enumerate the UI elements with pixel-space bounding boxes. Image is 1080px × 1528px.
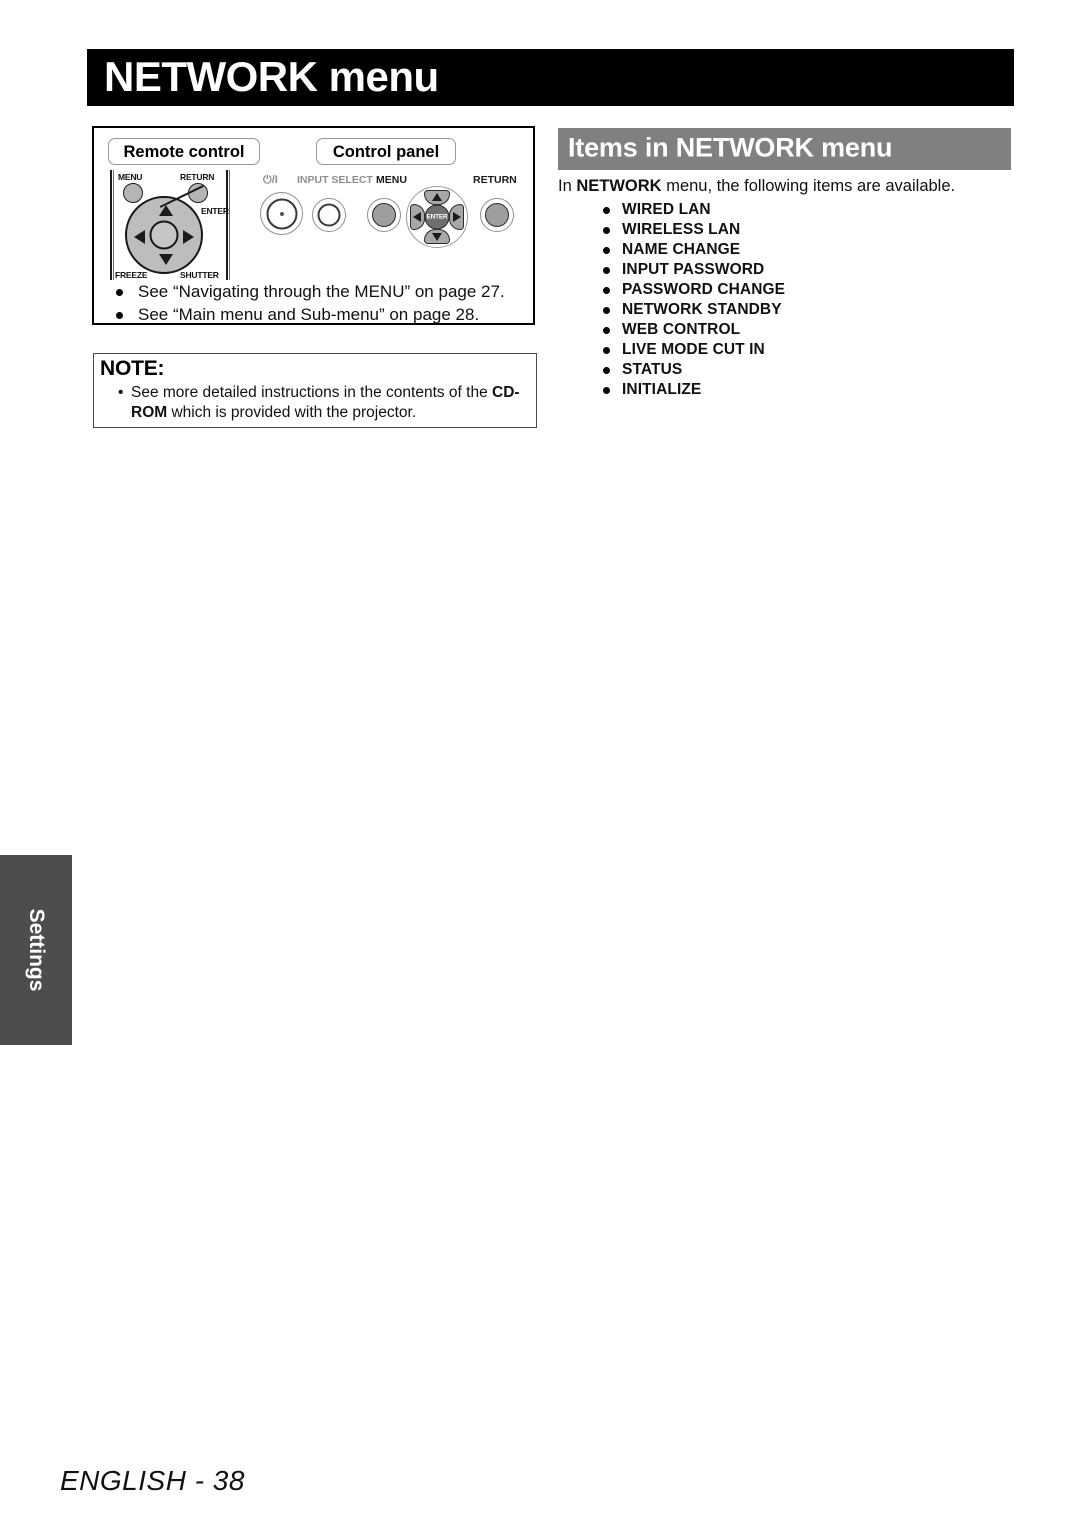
remote-control-label: Remote control: [108, 138, 260, 165]
panel-return-button-inner: [485, 203, 509, 227]
menu-item-label: PASSWORD CHANGE: [622, 281, 786, 298]
side-tab-settings: Settings: [0, 855, 72, 1045]
menu-item-label: STATUS: [622, 361, 683, 378]
panel-dpad-icon: ENTER: [406, 186, 468, 248]
page-footer: ENGLISH - 38: [60, 1465, 245, 1496]
remote-freeze-label: FREEZE: [115, 270, 148, 280]
bullet-icon: [603, 287, 610, 294]
bullet-icon: [603, 207, 610, 214]
menu-item-label: WEB CONTROL: [622, 321, 741, 338]
list-item: See “Main menu and Sub-menu” on page 28.: [106, 303, 526, 326]
bullet-icon: [603, 267, 610, 274]
items-intro-text: In NETWORK menu, the following items are…: [558, 176, 1018, 197]
remote-enter-label: ENTER: [201, 206, 229, 216]
menu-item-label: NETWORK STANDBY: [622, 301, 782, 318]
bullet-icon: [116, 289, 123, 296]
bullet-icon: [603, 327, 610, 334]
note-heading: NOTE:: [100, 357, 165, 380]
menu-item-label: WIRED LAN: [622, 201, 711, 218]
remote-arrow-down-icon: [159, 254, 173, 265]
bullet-icon: [603, 307, 610, 314]
list-item: WIRED LAN: [598, 200, 998, 220]
see-also-text: See “Main menu and Sub-menu” on page 28.: [138, 305, 480, 324]
intro-text-bold: NETWORK: [576, 177, 662, 195]
panel-input-select-label: INPUT SELECT: [297, 174, 373, 186]
items-section-header: Items in NETWORK menu: [558, 128, 1011, 170]
see-also-text: See “Navigating through the MENU” on pag…: [138, 282, 505, 301]
panel-arrow-down-icon: [432, 233, 442, 241]
panel-menu-label: MENU: [376, 174, 407, 186]
list-item: WEB CONTROL: [598, 320, 998, 340]
panel-arrow-right-icon: [453, 212, 461, 222]
panel-input-select-button-icon: [312, 198, 346, 232]
note-bullet-icon: •: [118, 384, 124, 401]
remote-body-right-edge: [226, 170, 230, 280]
list-item: STATUS: [598, 360, 998, 380]
note-box: NOTE: • See more detailed instructions in…: [93, 353, 537, 428]
panel-power-dot-icon: [279, 211, 284, 216]
list-item: WIRELESS LAN: [598, 220, 998, 240]
list-item: NETWORK STANDBY: [598, 300, 998, 320]
remote-return-label: RETURN: [180, 172, 215, 182]
remote-menu-button-icon: [123, 183, 143, 203]
bullet-icon: [603, 227, 610, 234]
panel-arrow-up-icon: [432, 193, 442, 201]
reference-box: Remote control Control panel MENU RETURN…: [92, 126, 535, 325]
control-panel-illustration: ⏻/I INPUT SELECT MENU RETURN ENTER: [254, 172, 526, 282]
control-panel-label: Control panel: [316, 138, 456, 165]
menu-item-label: LIVE MODE CUT IN: [622, 341, 765, 358]
items-section-title: Items in NETWORK menu: [568, 132, 893, 163]
intro-text-before: In: [558, 177, 577, 195]
panel-menu-button-icon: [367, 198, 401, 232]
list-item: INPUT PASSWORD: [598, 260, 998, 280]
side-tab-label: Settings: [25, 908, 48, 992]
bullet-icon: [116, 312, 123, 319]
list-item: See “Navigating through the MENU” on pag…: [106, 280, 526, 303]
note-text-before: See more detailed instructions in the co…: [131, 384, 493, 401]
remote-menu-label: MENU: [118, 172, 143, 182]
bullet-icon: [603, 367, 610, 374]
panel-power-label: ⏻/I: [263, 174, 278, 186]
note-text-after: which is provided with the projector.: [167, 404, 417, 421]
panel-input-select-button-inner: [317, 203, 341, 227]
note-item: • See more detailed instructions in the c…: [118, 383, 523, 423]
panel-arrow-left-icon: [413, 212, 421, 222]
remote-shutter-label: SHUTTER: [180, 270, 219, 280]
panel-enter-button-icon: ENTER: [424, 204, 450, 230]
list-item: INITIALIZE: [598, 380, 998, 400]
menu-item-label: WIRELESS LAN: [622, 221, 741, 238]
remote-body-left-edge: [110, 170, 114, 280]
panel-power-button-icon: [260, 192, 303, 235]
remote-arrow-left-icon: [134, 230, 145, 244]
intro-text-after: menu, the following items are available.: [661, 177, 956, 195]
panel-menu-button-inner: [372, 203, 396, 227]
remote-enter-button-icon: [149, 220, 179, 250]
bullet-icon: [603, 347, 610, 354]
bullet-icon: [603, 247, 610, 254]
menu-item-label: INITIALIZE: [622, 381, 702, 398]
see-also-list: See “Navigating through the MENU” on pag…: [106, 280, 526, 326]
menu-item-label: NAME CHANGE: [622, 241, 741, 258]
page-title: NETWORK menu: [104, 52, 439, 100]
panel-return-button-icon: [480, 198, 514, 232]
list-item: LIVE MODE CUT IN: [598, 340, 998, 360]
menu-item-label: INPUT PASSWORD: [622, 261, 765, 278]
page-title-bar: NETWORK menu: [87, 49, 1014, 106]
list-item: NAME CHANGE: [598, 240, 998, 260]
network-menu-items-list: WIRED LAN WIRELESS LAN NAME CHANGE INPUT…: [598, 200, 998, 400]
remote-arrow-right-icon: [183, 230, 194, 244]
remote-control-illustration: MENU RETURN ENTER FREEZE SHUTTER: [104, 170, 242, 282]
list-item: PASSWORD CHANGE: [598, 280, 998, 300]
remote-dpad-icon: [125, 196, 203, 274]
bullet-icon: [603, 387, 610, 394]
panel-return-label: RETURN: [473, 174, 517, 186]
